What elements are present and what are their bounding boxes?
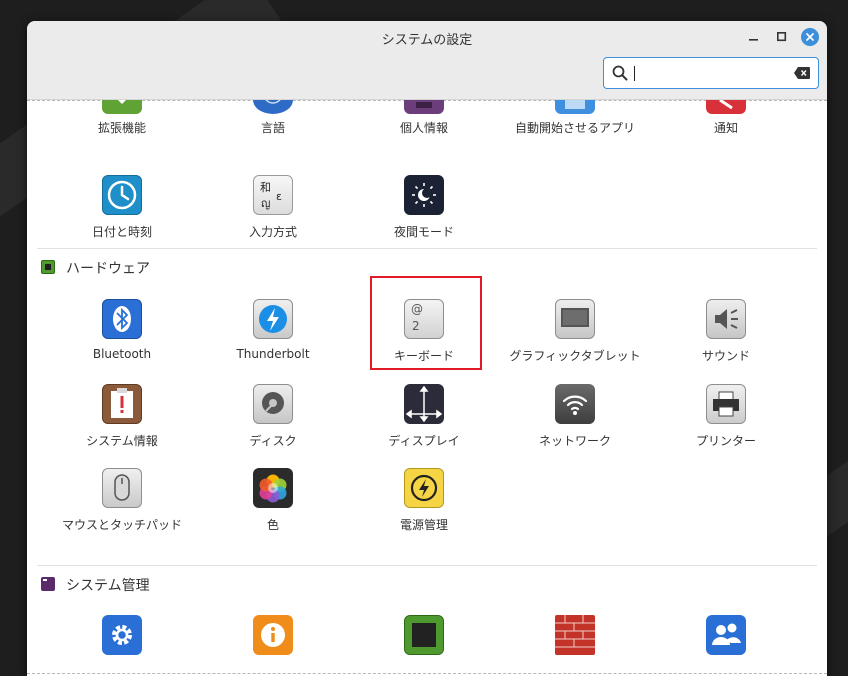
close-button[interactable] <box>801 28 819 46</box>
startup-apps-icon <box>555 100 595 114</box>
settings-item-network[interactable]: ネットワーク <box>500 384 650 449</box>
input-method-icon: 和 ญ ε <box>253 175 293 215</box>
language-icon <box>253 100 293 114</box>
settings-item-label: サウンド <box>701 349 750 363</box>
settings-item-label: 色 <box>266 518 279 532</box>
search-icon <box>612 65 628 81</box>
title-bar: システムの設定 <box>27 21 827 100</box>
settings-item-label: ディスプレイ <box>388 434 460 448</box>
graphics-tablet-icon <box>555 299 595 339</box>
settings-content: 拡張機能 言語 個人情報 自動開始させるアプリ 通知 日付と時刻 和 ญ ε 入… <box>27 100 827 676</box>
color-icon <box>253 468 293 508</box>
system-info-icon <box>102 384 142 424</box>
night-mode-icon <box>404 175 444 215</box>
settings-item-date-time[interactable]: 日付と時刻 <box>47 175 197 240</box>
input-method-glyph: 和 <box>260 181 271 194</box>
users-icon <box>706 615 746 655</box>
hardware-section-icon <box>41 260 55 274</box>
section-title: システム管理 <box>66 578 150 594</box>
display-icon <box>404 384 444 424</box>
settings-window: システムの設定 拡張機能 言語 個人情報 自動開始させるアプリ 通知 日付と時刻… <box>27 21 827 676</box>
settings-item-language[interactable]: 言語 <box>198 100 348 136</box>
maximize-button[interactable] <box>773 28 791 46</box>
account-details-icon <box>404 100 444 114</box>
close-icon <box>806 33 814 41</box>
settings-item-mouse-touchpad[interactable]: マウスとタッチパッド <box>47 468 197 533</box>
settings-item-firewall[interactable] <box>500 615 650 675</box>
settings-item-label: システム情報 <box>86 434 158 448</box>
network-icon <box>555 384 595 424</box>
section-divider <box>37 248 817 249</box>
settings-item-power[interactable]: 電源管理 <box>349 468 499 533</box>
window-title: システムの設定 <box>381 33 473 48</box>
settings-item-notifications[interactable]: 通知 <box>651 100 801 136</box>
settings-item-bluetooth[interactable]: Bluetooth <box>47 299 197 364</box>
search-field[interactable] <box>603 57 819 89</box>
scroll-edge-bottom <box>27 673 827 674</box>
settings-item-extensions[interactable]: 拡張機能 <box>47 100 197 136</box>
settings-item-label: 個人情報 <box>399 121 448 135</box>
settings-item-printers[interactable]: プリンター <box>651 384 801 449</box>
chip-icon <box>404 615 444 655</box>
settings-item-label: 日付と時刻 <box>91 225 152 239</box>
settings-item-thunderbolt[interactable]: Thunderbolt <box>198 299 348 364</box>
settings-item-about[interactable] <box>198 615 348 675</box>
settings-item-label: 夜間モード <box>393 225 454 239</box>
settings-item-label: 拡張機能 <box>97 121 146 135</box>
sound-icon <box>706 299 746 339</box>
settings-item-users-groups[interactable] <box>651 615 801 675</box>
settings-item-label: 言語 <box>260 121 285 135</box>
settings-item-label: マウスとタッチパッド <box>61 518 182 532</box>
text-cursor <box>634 66 635 81</box>
disk-icon <box>253 384 293 424</box>
settings-item-label: Bluetooth <box>92 347 152 361</box>
mouse-icon <box>102 468 142 508</box>
settings-item-display[interactable]: ディスプレイ <box>349 384 499 449</box>
settings-item-label: 通知 <box>713 121 738 135</box>
clear-search-icon[interactable] <box>794 67 810 79</box>
notifications-icon <box>706 100 746 114</box>
settings-item-account-details[interactable]: 個人情報 <box>349 100 499 136</box>
settings-item-label: 電源管理 <box>399 518 448 532</box>
settings-item-color[interactable]: 色 <box>198 468 348 533</box>
selection-highlight <box>370 276 482 370</box>
settings-item-graphics-tablet[interactable]: グラフィックタブレット <box>500 299 650 364</box>
thunderbolt-icon <box>253 299 293 339</box>
settings-item-disks[interactable]: ディスク <box>198 384 348 449</box>
search-input[interactable] <box>632 61 796 87</box>
settings-item-label: 自動開始させるアプリ <box>514 121 635 135</box>
settings-item-label: 入力方式 <box>248 225 297 239</box>
administration-section-icon <box>41 577 55 591</box>
settings-item-label: ディスク <box>249 434 297 448</box>
settings-item-label: プリンター <box>695 434 756 448</box>
section-title: ハードウェア <box>66 261 150 277</box>
printer-icon <box>706 384 746 424</box>
firewall-icon <box>555 615 595 655</box>
input-method-glyph: ε <box>276 190 282 203</box>
bluetooth-icon <box>102 299 142 339</box>
maximize-icon <box>777 32 787 42</box>
settings-item-label: グラフィックタブレット <box>509 349 641 363</box>
settings-item-system-info[interactable]: システム情報 <box>47 384 197 449</box>
minimize-button[interactable] <box>745 28 763 46</box>
clock-icon <box>102 175 142 215</box>
input-method-glyph: ญ <box>261 197 271 210</box>
settings-item-drivers[interactable] <box>349 615 499 675</box>
settings-item-night-mode[interactable]: 夜間モード <box>349 175 499 240</box>
extensions-icon <box>102 100 142 114</box>
settings-item-input-method[interactable]: 和 ญ ε 入力方式 <box>198 175 348 240</box>
settings-item-label: Thunderbolt <box>236 347 310 361</box>
info-icon <box>253 615 293 655</box>
minimize-icon <box>749 39 758 41</box>
settings-item-sound[interactable]: サウンド <box>651 299 801 364</box>
settings-item-administration[interactable] <box>47 615 197 675</box>
settings-item-startup-apps[interactable]: 自動開始させるアプリ <box>500 100 650 136</box>
power-icon <box>404 468 444 508</box>
settings-icon <box>102 615 142 655</box>
section-divider <box>37 565 817 566</box>
settings-item-label: ネットワーク <box>538 434 611 448</box>
